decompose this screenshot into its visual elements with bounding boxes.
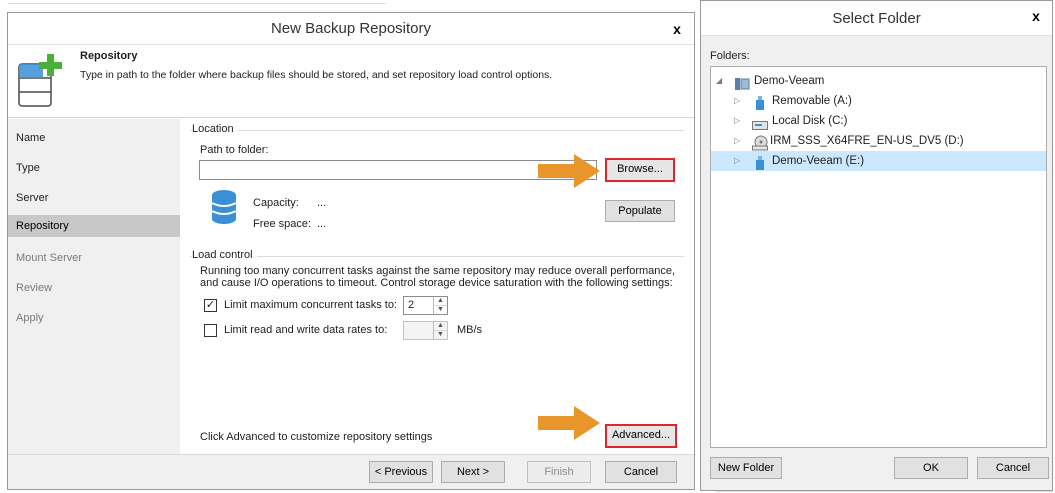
wizard-titlebar: New Backup Repository x xyxy=(8,13,694,45)
collapsed-arrow-icon[interactable]: ▷ xyxy=(734,91,740,111)
load-control-description-line1: Running too many concurrent tasks agains… xyxy=(200,265,676,277)
collapsed-arrow-icon[interactable]: ▷ xyxy=(734,131,740,151)
limit-tasks-label: Limit maximum concurrent tasks to: xyxy=(224,299,397,311)
wizard-close-button[interactable]: x xyxy=(664,20,690,40)
select-folder-window: Select Folder x Folders: ◢ Demo-Veeam ▷ … xyxy=(700,0,1053,491)
free-space-value: ... xyxy=(317,218,327,230)
wizard-title: New Backup Repository xyxy=(270,20,432,37)
load-control-group-line xyxy=(190,256,684,257)
path-to-folder-label: Path to folder: xyxy=(200,144,269,156)
browse-button[interactable]: Browse... xyxy=(605,158,675,182)
tree-item-label: Demo-Veeam xyxy=(754,75,825,87)
tree-item-removable-a[interactable]: ▷ Removable (A:) xyxy=(711,91,1046,111)
background-divider xyxy=(716,491,1053,492)
collapsed-arrow-icon[interactable]: ▷ xyxy=(734,111,740,131)
step-apply: Apply xyxy=(16,312,44,324)
tree-item-label: Removable (A:) xyxy=(772,95,852,107)
repository-add-icon xyxy=(16,52,70,110)
usb-drive-icon xyxy=(754,93,766,113)
tree-item-demo-veeam-root[interactable]: ◢ Demo-Veeam xyxy=(711,71,1046,91)
tree-item-demo-veeam-e[interactable]: ▷ Demo-Veeam (E:) xyxy=(711,151,1046,171)
step-repository[interactable]: Repository xyxy=(8,215,180,237)
select-folder-close-button[interactable]: x xyxy=(1023,7,1049,27)
capacity-value: ... xyxy=(317,197,327,209)
wizard-footer: < Previous Next > Finish Cancel xyxy=(8,454,694,489)
wizard-header: Repository Type in path to the folder wh… xyxy=(8,45,694,118)
wizard-content: Location Path to folder: Browse... Capac… xyxy=(180,119,694,454)
step-mount-server: Mount Server xyxy=(16,252,83,264)
ok-button[interactable]: OK xyxy=(894,457,968,479)
tree-item-local-disk-c[interactable]: ▷ Local Disk (C:) xyxy=(711,111,1046,131)
limit-tasks-value: 2 xyxy=(408,299,415,311)
background-divider xyxy=(8,3,386,4)
cancel-button[interactable]: Cancel xyxy=(605,461,677,483)
dvd-drive-icon xyxy=(752,133,768,153)
previous-button[interactable]: < Previous xyxy=(369,461,433,483)
arrow-pointer-icon xyxy=(538,404,602,442)
limit-rate-checkbox[interactable] xyxy=(204,324,217,337)
free-space-label: Free space: xyxy=(253,218,312,230)
limit-tasks-spin-arrows[interactable]: ▲ ▼ xyxy=(433,297,447,314)
new-folder-button[interactable]: New Folder xyxy=(710,457,782,479)
finish-button: Finish xyxy=(527,461,591,483)
folders-label: Folders: xyxy=(710,50,750,62)
tree-item-label: Demo-Veeam (E:) xyxy=(772,155,865,167)
select-folder-body: Folders: ◢ Demo-Veeam ▷ Removable (A:) ▷ xyxy=(701,35,1052,490)
spin-down-icon: ▼ xyxy=(434,330,447,338)
step-type[interactable]: Type xyxy=(8,157,180,179)
load-control-group-label: Load control xyxy=(192,249,257,261)
limit-rate-unit: MB/s xyxy=(457,324,483,336)
tree-item-label: IRM_SSS_X64FRE_EN-US_DV5 (D:) xyxy=(770,135,964,147)
step-server[interactable]: Server xyxy=(8,187,180,209)
limit-rate-spin-arrows: ▲ ▼ xyxy=(433,322,447,339)
wizard-steps-sidebar: Name Type Server Repository Mount Server… xyxy=(8,119,180,454)
limit-rate-label: Limit read and write data rates to: xyxy=(224,324,388,336)
storage-capacity-icon xyxy=(210,189,238,227)
advanced-button[interactable]: Advanced... xyxy=(605,424,677,448)
step-review: Review xyxy=(16,282,53,294)
location-group-label: Location xyxy=(192,123,238,135)
tree-item-label: Local Disk (C:) xyxy=(772,115,848,127)
next-button[interactable]: Next > xyxy=(441,461,505,483)
folder-cancel-button[interactable]: Cancel xyxy=(977,457,1049,479)
limit-tasks-stepper[interactable]: 2 ▲ ▼ xyxy=(403,296,448,315)
limit-rate-stepper: ▲ ▼ xyxy=(403,321,448,340)
select-folder-title: Select Folder xyxy=(832,10,921,27)
header-description: Type in path to the folder where backup … xyxy=(80,69,553,81)
advanced-hint: Click Advanced to customize repository s… xyxy=(200,431,433,443)
spin-up-icon: ▲ xyxy=(437,322,444,329)
arrow-pointer-icon xyxy=(538,152,602,190)
spin-up-icon[interactable]: ▲ xyxy=(434,297,447,305)
select-folder-titlebar: Select Folder x xyxy=(701,1,1052,35)
step-name[interactable]: Name xyxy=(8,127,180,149)
usb-drive-icon xyxy=(754,153,766,173)
limit-tasks-checkbox[interactable]: ✓ xyxy=(204,299,217,312)
spin-down-icon[interactable]: ▼ xyxy=(434,305,447,313)
folder-tree: ◢ Demo-Veeam ▷ Removable (A:) ▷ Local Di… xyxy=(710,66,1047,448)
capacity-label: Capacity: xyxy=(253,197,299,209)
load-control-description-line2: and cause I/O operations to timeout. Con… xyxy=(200,277,673,289)
expanded-arrow-icon[interactable]: ◢ xyxy=(716,71,722,91)
collapsed-arrow-icon[interactable]: ▷ xyxy=(734,151,740,171)
header-title: Repository xyxy=(80,50,138,62)
tree-item-dvd-d[interactable]: ▷ IRM_SSS_X64FRE_EN-US_DV5 (D:) xyxy=(711,131,1046,151)
location-group-line xyxy=(190,130,684,131)
populate-button[interactable]: Populate xyxy=(605,200,675,222)
